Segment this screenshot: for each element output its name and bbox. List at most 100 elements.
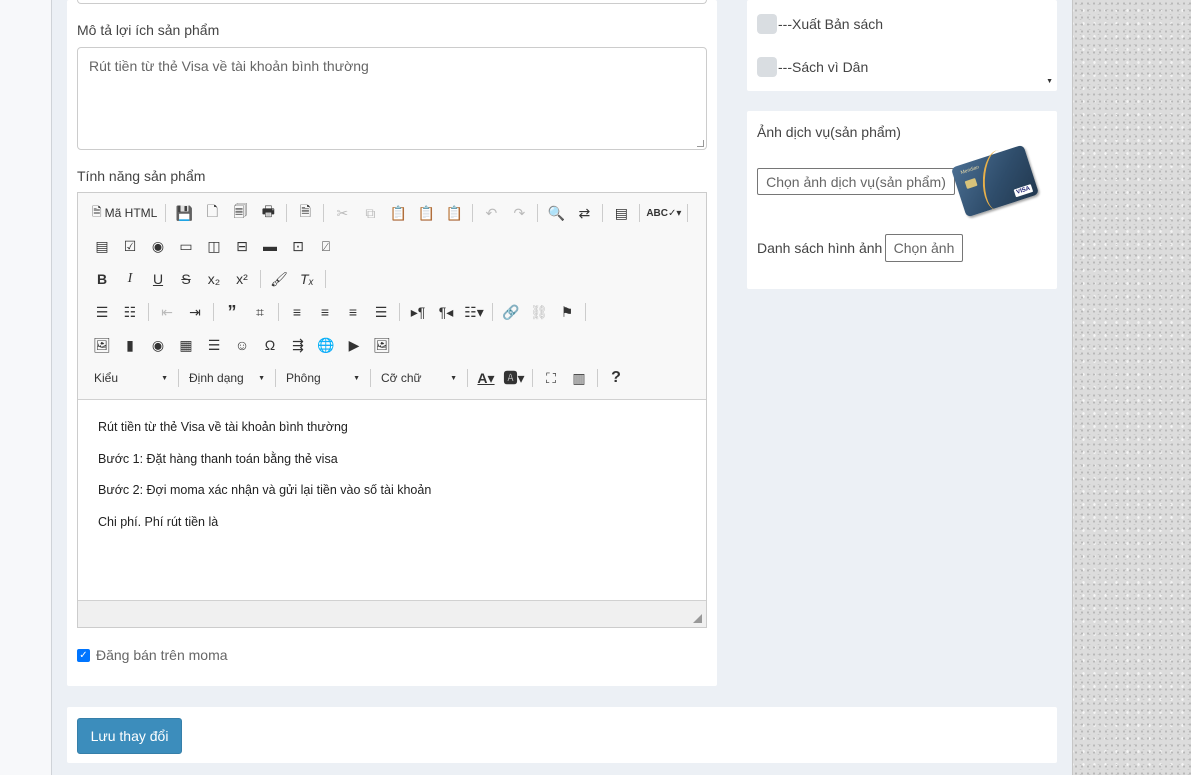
strike-icon[interactable]: S bbox=[172, 267, 200, 291]
subscript-icon[interactable]: x₂ bbox=[200, 267, 228, 291]
indent-icon[interactable]: ⇥ bbox=[181, 300, 209, 324]
benefit-textarea[interactable]: Rút tiền từ thẻ Visa về tài khoản bình t… bbox=[77, 47, 707, 150]
style-combo[interactable]: Kiểu ▼ bbox=[88, 366, 174, 390]
show-blocks-icon[interactable]: ▥ bbox=[565, 366, 593, 390]
bold-icon[interactable]: B bbox=[88, 267, 116, 291]
bg-color-icon[interactable]: 🅰▾ bbox=[500, 366, 528, 390]
on-sale-checkbox-row[interactable]: ✓ Đăng bán trên moma bbox=[77, 647, 228, 663]
link-icon[interactable]: 🔗 bbox=[497, 300, 525, 324]
blockquote-icon[interactable]: ” bbox=[218, 300, 246, 324]
cut-icon[interactable]: ✂ bbox=[328, 201, 356, 225]
category-item[interactable]: ---Sách vì Dân bbox=[757, 57, 868, 77]
select-icon[interactable]: ⊟ bbox=[228, 234, 256, 258]
align-center-icon[interactable]: ≡ bbox=[311, 300, 339, 324]
special-char-icon[interactable]: Ω bbox=[256, 333, 284, 357]
iframe-icon[interactable]: 🌐 bbox=[312, 333, 340, 357]
language-icon[interactable]: ☷▾ bbox=[460, 300, 488, 324]
category-checkbox[interactable] bbox=[757, 14, 777, 34]
benefit-label: Mô tả lợi ích sản phẩm bbox=[77, 22, 220, 38]
service-image-panel: Ảnh dịch vụ(sản phẩm) Chọn ảnh dịch vụ(s… bbox=[747, 111, 1057, 289]
toolbar-row-4: ☰ ☷ ⇤ ⇥ ” ⌗ ≡ ≡ ≡ ☰ ▸¶ ¶◂ ☷▾ 🔗 ⛓ ⚑ bbox=[88, 300, 590, 324]
toolbar-row-1: 🗎 Mã HTML 💾 🗋 🗐 🖶 🗎 ✂ ⧉ 📋 📋 📋 ↶ ↷ 🔍 ⇄ ▤ … bbox=[88, 201, 692, 225]
button-icon[interactable]: ▬ bbox=[256, 234, 284, 258]
source-button[interactable]: 🗎 Mã HTML bbox=[88, 201, 161, 225]
flash-icon[interactable]: ▮ bbox=[116, 333, 144, 357]
resize-grip-icon[interactable] bbox=[693, 614, 702, 623]
save-icon[interactable]: 💾 bbox=[170, 201, 198, 225]
unlink-icon[interactable]: ⛓ bbox=[525, 300, 553, 324]
spellcheck-icon[interactable]: ABC✓▾ bbox=[644, 201, 683, 225]
format-combo[interactable]: Định dạng ▼ bbox=[183, 366, 271, 390]
copy-icon[interactable]: ⧉ bbox=[356, 201, 384, 225]
image-icon[interactable]: 🖼 bbox=[88, 333, 116, 357]
find-icon[interactable]: 🔍 bbox=[542, 201, 570, 225]
undo-icon[interactable]: ↶ bbox=[477, 201, 505, 225]
italic-icon[interactable]: I bbox=[116, 267, 144, 291]
choose-service-image-button[interactable]: Chọn ảnh dịch vụ(sản phẩm) bbox=[757, 168, 955, 195]
form-icon[interactable]: ▤ bbox=[88, 234, 116, 258]
checkbox-icon[interactable]: ☑ bbox=[116, 234, 144, 258]
help-icon[interactable]: ? bbox=[602, 366, 630, 390]
radio-icon[interactable]: ◉ bbox=[144, 234, 172, 258]
image-button-icon[interactable]: ⊡ bbox=[284, 234, 312, 258]
remove-format-icon[interactable]: Tₓ bbox=[293, 267, 321, 291]
paste-word-icon[interactable]: 📋 bbox=[440, 201, 468, 225]
gallery-label: Danh sách hình ảnh bbox=[757, 240, 883, 256]
align-left-icon[interactable]: ≡ bbox=[283, 300, 311, 324]
paste-text-icon[interactable]: 📋 bbox=[412, 201, 440, 225]
category-checkbox[interactable] bbox=[757, 57, 777, 77]
toolbar-row-6: Kiểu ▼ Định dạng ▼ Phông ▼ Cỡ chữ ▼ A▾ 🅰▾ ⛶ … bbox=[88, 366, 630, 390]
justify-icon[interactable]: ☰ bbox=[367, 300, 395, 324]
new-page-icon[interactable]: 🗋 bbox=[198, 201, 226, 225]
content-line: Rút tiền từ thẻ Visa về tài khoản bình t… bbox=[98, 420, 348, 434]
table-icon[interactable]: ▦ bbox=[172, 333, 200, 357]
hidden-field-icon[interactable]: ⍁ bbox=[312, 234, 340, 258]
save-changes-button[interactable]: Lưu thay đổi bbox=[77, 718, 182, 754]
toolbar-row-5: 🖼 ▮ ◉ ▦ ☰ ☺ Ω ⇶ 🌐 ▶ 🖼 bbox=[88, 333, 396, 357]
choose-gallery-button[interactable]: Chọn ảnh bbox=[885, 234, 963, 262]
superscript-icon[interactable]: x² bbox=[228, 267, 256, 291]
bulleted-list-icon[interactable]: ☷ bbox=[116, 300, 144, 324]
smiley-icon[interactable]: ☺ bbox=[228, 333, 256, 357]
size-combo[interactable]: Cỡ chữ ▼ bbox=[375, 366, 463, 390]
print-icon[interactable]: 🖶 bbox=[254, 201, 282, 225]
chevron-down-icon: ▼ bbox=[258, 374, 265, 382]
paste-icon[interactable]: 📋 bbox=[384, 201, 412, 225]
content-line: Bước 2: Đợi moma xác nhận và gửi lại tiề… bbox=[98, 483, 432, 497]
outdent-icon[interactable]: ⇤ bbox=[153, 300, 181, 324]
editor-toolbar: 🗎 Mã HTML 💾 🗋 🗐 🖶 🗎 ✂ ⧉ 📋 📋 📋 ↶ ↷ 🔍 ⇄ ▤ … bbox=[78, 193, 706, 400]
rtl-icon[interactable]: ¶◂ bbox=[432, 300, 460, 324]
text-color-icon[interactable]: A▾ bbox=[472, 366, 500, 390]
chevron-down-icon: ▼ bbox=[450, 374, 457, 382]
select-all-icon[interactable]: ▤ bbox=[607, 201, 635, 225]
maximize-icon[interactable]: ⛶ bbox=[537, 366, 565, 390]
embed-icon[interactable]: ◉ bbox=[144, 333, 172, 357]
textfield-icon[interactable]: ▭ bbox=[172, 234, 200, 258]
youtube-icon[interactable]: ▶ bbox=[340, 333, 368, 357]
chevron-down-icon: ▼ bbox=[161, 374, 168, 382]
on-sale-checkbox[interactable]: ✓ bbox=[77, 648, 90, 662]
div-icon[interactable]: ⌗ bbox=[246, 300, 274, 324]
redo-icon[interactable]: ↷ bbox=[505, 201, 533, 225]
anchor-icon[interactable]: ⚑ bbox=[553, 300, 581, 324]
category-item[interactable]: ---Xuất Bản sách bbox=[757, 14, 883, 34]
resize-handle[interactable] bbox=[697, 140, 704, 147]
templates-icon[interactable]: 🗎 bbox=[291, 201, 319, 225]
copy-format-icon[interactable]: 🖌 bbox=[265, 267, 293, 291]
previous-input-field[interactable] bbox=[77, 0, 707, 4]
gallery-icon[interactable]: 🖼 bbox=[368, 333, 396, 357]
ltr-icon[interactable]: ▸¶ bbox=[404, 300, 432, 324]
numbered-list-icon[interactable]: ☰ bbox=[88, 300, 116, 324]
scroll-down-icon[interactable]: ▼ bbox=[1046, 78, 1053, 85]
align-right-icon[interactable]: ≡ bbox=[339, 300, 367, 324]
content-area: Mô tả lợi ích sản phẩm Rút tiền từ thẻ V… bbox=[52, 0, 1072, 775]
page-break-icon[interactable]: ⇶ bbox=[284, 333, 312, 357]
textarea-icon[interactable]: ◫ bbox=[200, 234, 228, 258]
replace-icon[interactable]: ⇄ bbox=[570, 201, 598, 225]
editor-content[interactable]: Rút tiền từ thẻ Visa về tài khoản bình t… bbox=[78, 400, 706, 600]
preview-icon[interactable]: 🗐 bbox=[226, 201, 254, 225]
underline-icon[interactable]: U bbox=[144, 267, 172, 291]
content-line: Bước 1: Đặt hàng thanh toán bằng thẻ vis… bbox=[98, 451, 338, 466]
horizontal-rule-icon[interactable]: ☰ bbox=[200, 333, 228, 357]
font-combo[interactable]: Phông ▼ bbox=[280, 366, 366, 390]
